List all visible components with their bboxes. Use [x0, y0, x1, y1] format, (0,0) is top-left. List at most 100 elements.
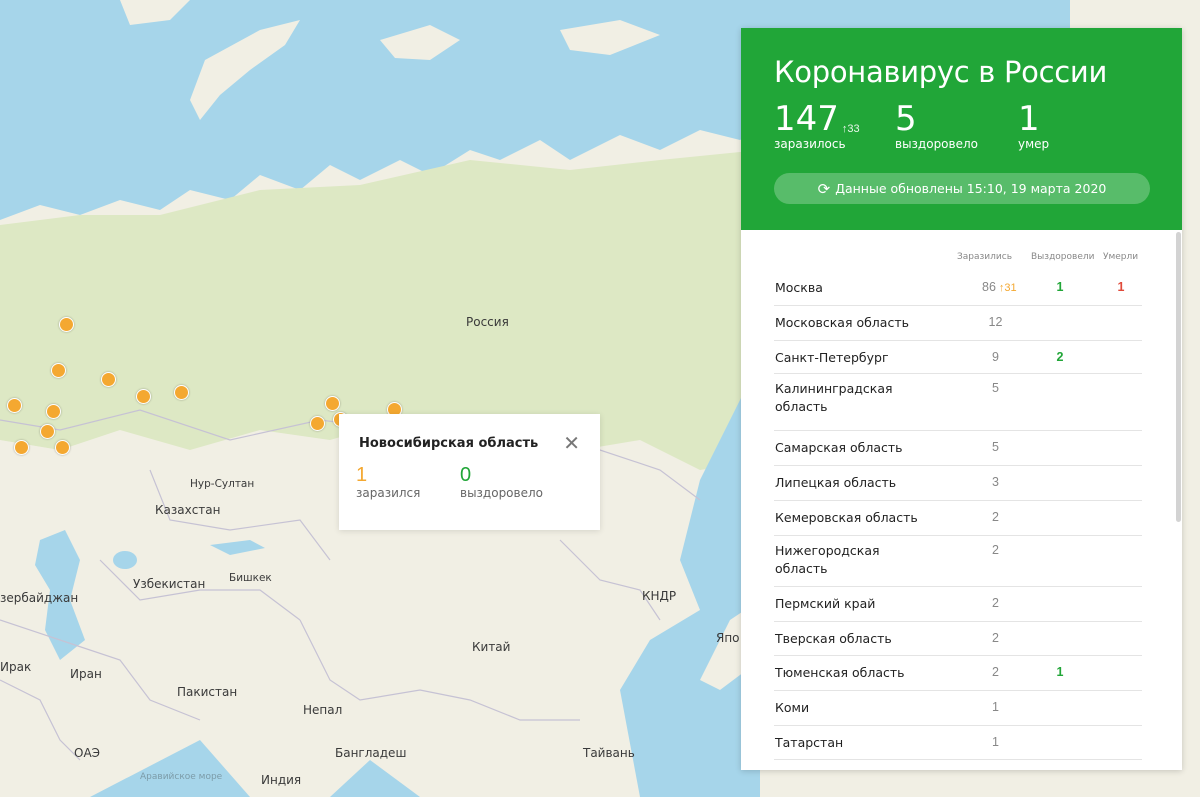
region-infected: 9 [982, 350, 1012, 364]
region-name: Москва [775, 280, 823, 295]
region-infected-value: 2 [992, 631, 999, 645]
map-label-kazakhstan: Казахстан [155, 503, 221, 517]
case-marker[interactable] [136, 389, 151, 404]
region-name: Московская область [775, 315, 909, 330]
region-infected: 1 [982, 735, 1012, 749]
stat-died-value: 1 [1018, 99, 1040, 139]
region-name: Санкт-Петербург [775, 350, 889, 365]
region-name: Тверская область [775, 631, 892, 646]
region-recovered: 1 [1056, 665, 1064, 679]
case-marker[interactable] [55, 440, 70, 455]
region-infected-value: 2 [992, 543, 999, 557]
stats-panel: Коронавирус в России 147 ↑33 заразилось 5… [741, 28, 1182, 770]
region-infected: 2 [982, 665, 1012, 679]
table-row[interactable]: Санкт-Петербург 9 2 [774, 340, 1142, 374]
stat-recovered-label: выздоровело [895, 137, 978, 151]
popup-recovered: 0 выздоровело [460, 464, 543, 500]
map-label-china: Китай [472, 640, 511, 654]
popup-recovered-value: 0 [460, 464, 472, 486]
region-recovered: 1 [1056, 280, 1064, 294]
table-row[interactable]: Калининградская область 5 [774, 373, 1142, 431]
region-infected-value: 1 [992, 769, 999, 770]
map-label-japan: Япо [716, 631, 740, 645]
panel-title: Коронавирус в России [774, 55, 1108, 89]
map-label-uzbekistan: Узбекистан [133, 577, 206, 591]
case-marker[interactable] [46, 404, 61, 419]
region-name: Хакасия [775, 768, 935, 770]
region-name: Коми [775, 700, 810, 715]
stat-died: 1 умер [1018, 101, 1049, 151]
case-marker[interactable] [59, 317, 74, 332]
table-row[interactable]: Кемеровская область 2 [774, 500, 1142, 536]
region-died: 1 [1117, 280, 1125, 294]
header-infected: Заразились [957, 252, 1013, 262]
region-name: Пермский край [775, 596, 876, 611]
region-infected-value: 5 [992, 381, 999, 395]
stat-infected-label: заразилось [774, 137, 846, 151]
region-infected: 12 [982, 315, 1012, 329]
region-infected-value: 2 [992, 665, 999, 679]
table-row[interactable]: Липецкая область 3 [774, 465, 1142, 501]
region-infected: 2 [982, 510, 1012, 524]
table-row[interactable]: Московская область 12 [774, 305, 1142, 341]
table-row[interactable]: Москва 86 ↑31 1 1 [774, 270, 1142, 306]
region-name: Самарская область [775, 440, 903, 455]
map-label-pakistan: Пакистан [177, 685, 238, 699]
case-marker[interactable] [40, 424, 55, 439]
region-infected-value: 3 [992, 475, 999, 489]
region-infected-value: 2 [992, 510, 999, 524]
table-row[interactable]: Татарстан 1 [774, 725, 1142, 760]
refresh-icon: ⟳ [817, 179, 831, 198]
stat-recovered: 5 выздоровело [895, 101, 978, 151]
panel-header: Коронавирус в России 147 ↑33 заразилось 5… [741, 28, 1182, 230]
header-recovered: Выздоровели [1031, 252, 1095, 262]
table-row[interactable]: Хакасия 1 [774, 759, 1142, 770]
region-infected-value: 2 [992, 596, 999, 610]
region-infected-value: 1 [992, 735, 999, 749]
region-infected-value: 5 [992, 440, 999, 454]
table-row[interactable]: Тверская область 2 [774, 621, 1142, 656]
case-marker[interactable] [101, 372, 116, 387]
map-label-iraq: Ирак [0, 660, 32, 674]
region-infected: 3 [982, 475, 1012, 489]
region-name: Татарстан [775, 735, 844, 750]
region-infected-delta: ↑31 [998, 282, 1017, 294]
popup-infected-label: заразился [356, 486, 421, 500]
stat-died-label: умер [1018, 137, 1050, 151]
case-marker[interactable] [325, 396, 340, 411]
table-row[interactable]: Самарская область 5 [774, 430, 1142, 466]
region-recovered: 2 [1056, 350, 1064, 364]
table-row[interactable]: Нижегородская область 2 [774, 535, 1142, 587]
case-marker[interactable] [310, 416, 325, 431]
region-name: Нижегородская область [775, 543, 880, 576]
map-label-nepal: Непал [303, 703, 343, 717]
stat-infected-value: 147 [774, 99, 839, 139]
update-text: Данные обновлены 15:10, 19 марта 2020 [835, 181, 1107, 196]
close-icon[interactable]: ✕ [563, 434, 580, 454]
region-popup: Новосибирская область ✕ 1 заразился 0 вы… [339, 414, 600, 530]
map-label-bangladesh: Бангладеш [335, 746, 407, 760]
case-marker[interactable] [14, 440, 29, 455]
table-row[interactable]: Тюменская область 2 1 [774, 655, 1142, 691]
popup-infected-value: 1 [356, 464, 368, 486]
case-marker[interactable] [174, 385, 189, 400]
region-name: Тюменская область [775, 665, 905, 680]
case-marker[interactable] [51, 363, 66, 378]
region-infected-value: 12 [988, 315, 1003, 329]
table-row[interactable]: Коми 1 [774, 690, 1142, 726]
region-name: Калининградская область [775, 381, 893, 414]
scrollbar[interactable] [1176, 232, 1181, 522]
region-infected: 5 [982, 381, 1012, 395]
map-label-azerbaijan: зербайджан [0, 591, 79, 605]
map-label-uae: ОАЭ [74, 746, 101, 760]
header-died: Умерли [1103, 252, 1139, 262]
region-name: Липецкая область [775, 475, 897, 490]
popup-title: Новосибирская область [359, 436, 539, 451]
map-label-kndr: КНДР [642, 589, 677, 603]
region-infected: 1 [982, 769, 1012, 770]
update-button[interactable]: ⟳ Данные обновлены 15:10, 19 марта 2020 [774, 173, 1150, 204]
region-infected: 86 ↑31 [982, 280, 1017, 294]
table-row[interactable]: Пермский край 2 [774, 586, 1142, 622]
case-marker[interactable] [7, 398, 22, 413]
region-infected: 1 [982, 700, 1012, 714]
